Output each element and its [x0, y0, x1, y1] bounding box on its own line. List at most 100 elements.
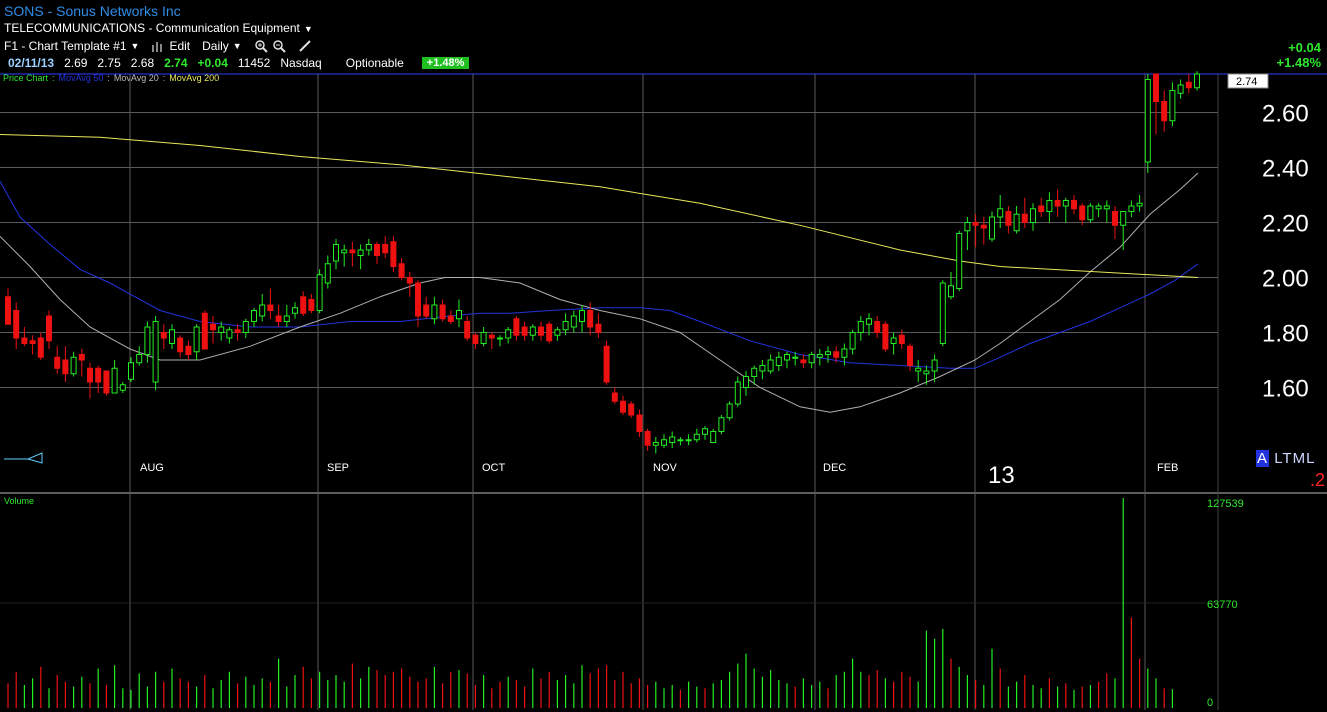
candle: [1071, 195, 1077, 215]
month-label: OCT: [482, 462, 506, 474]
candle-body: [603, 345, 610, 383]
candle-body: [21, 337, 28, 344]
candle-body: [136, 354, 143, 364]
candle: [341, 244, 348, 267]
candle-body: [939, 282, 946, 344]
candle-body: [128, 362, 134, 380]
month-label: FEB: [1157, 462, 1178, 474]
candle-body: [185, 345, 192, 355]
candle-body: [529, 326, 536, 336]
candle: [882, 321, 889, 352]
candle: [13, 302, 20, 349]
candle: [652, 437, 659, 454]
price-tick-label: 2.20: [1262, 211, 1309, 238]
candle: [636, 409, 643, 437]
ma200-line: [0, 134, 1199, 278]
candle-body: [226, 329, 233, 339]
candle: [439, 299, 446, 322]
price-tick-label: 2.60: [1262, 101, 1309, 128]
candle-body: [1112, 211, 1118, 226]
candle-body: [833, 351, 840, 358]
candle-body: [734, 381, 741, 405]
candle: [964, 217, 971, 250]
candle-body: [119, 384, 126, 391]
price-tick-label: 2.00: [1262, 266, 1309, 293]
candle-body: [1087, 205, 1094, 221]
candle-body: [620, 400, 626, 413]
candle: [611, 387, 618, 404]
candle-body: [980, 224, 987, 229]
candle: [603, 340, 610, 385]
candle-body: [611, 392, 618, 402]
candle: [874, 316, 881, 338]
candle-body: [308, 299, 315, 311]
candle-body: [1038, 205, 1045, 212]
scroll-left-icon: [4, 452, 43, 464]
candle: [152, 316, 159, 391]
candle: [316, 269, 323, 314]
price-volume-chart[interactable]: 1.60 1.80 2.00 2.20 2.40 2.60 AUG SEP OCT NOV DEC F…: [0, 0, 1327, 712]
candle-body: [218, 326, 225, 333]
candle-body: [636, 414, 643, 432]
candle: [1046, 192, 1053, 223]
candle-body: [382, 244, 389, 254]
candle: [1120, 211, 1127, 250]
candle-body: [677, 439, 684, 442]
candle: [759, 360, 766, 380]
candle: [464, 316, 471, 341]
candle-body: [415, 282, 421, 317]
candle-body: [997, 208, 1004, 218]
candle-body: [456, 310, 462, 320]
candle: [513, 316, 520, 341]
candle: [447, 310, 454, 325]
candle: [718, 415, 725, 435]
candle: [1177, 79, 1184, 99]
candle-body: [521, 326, 528, 336]
candle: [390, 236, 397, 272]
candle: [1103, 200, 1110, 223]
last-price-tag-text: 2.74: [1236, 76, 1257, 88]
candle-body: [480, 332, 487, 344]
candle: [1021, 197, 1028, 228]
candle-body: [513, 318, 520, 336]
candle-body: [242, 321, 249, 333]
candle-body: [316, 274, 323, 311]
candle: [488, 332, 495, 349]
candle: [1062, 197, 1069, 223]
candle-body: [890, 337, 897, 344]
candle: [431, 296, 438, 325]
candle: [160, 324, 167, 349]
candle-body: [324, 263, 331, 284]
candle-body: [488, 334, 495, 339]
candle: [546, 321, 553, 344]
candle-body: [423, 304, 430, 317]
candle-body: [283, 315, 290, 322]
candle-body: [406, 277, 413, 284]
candle: [456, 299, 462, 327]
candle: [939, 280, 946, 347]
candle-body: [29, 340, 36, 344]
candle: [562, 313, 569, 336]
candle: [661, 434, 667, 448]
candle-body: [259, 304, 266, 317]
candle-body: [357, 249, 364, 256]
candle-body: [1144, 79, 1151, 163]
candle: [259, 294, 266, 322]
candle-body: [1021, 213, 1028, 223]
candle: [521, 321, 528, 341]
candle: [1136, 195, 1143, 212]
candle: [242, 318, 249, 338]
candle-body: [251, 310, 257, 322]
candle-body: [1046, 200, 1053, 212]
candle: [1054, 189, 1061, 217]
candle: [193, 324, 200, 360]
month-label: AUG: [140, 462, 164, 474]
candle: [136, 346, 143, 366]
month-label: DEC: [823, 462, 846, 474]
candle-body: [111, 367, 118, 394]
candle-body: [193, 326, 200, 353]
candle-body: [972, 222, 979, 226]
candle: [472, 332, 479, 349]
candle: [644, 428, 651, 451]
candle-body: [1194, 73, 1200, 89]
